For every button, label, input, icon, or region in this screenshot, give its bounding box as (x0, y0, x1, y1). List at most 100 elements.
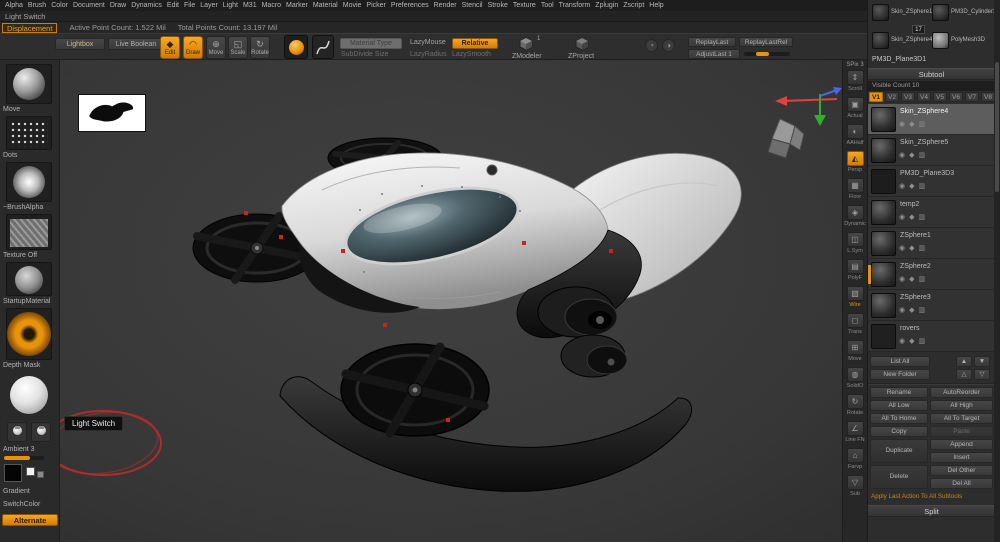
subtool-row[interactable]: Skin_ZSphere4 ◉◆▥ (868, 104, 995, 135)
layers-icon[interactable]: ▥ (919, 121, 930, 128)
shelf-btn-sub[interactable]: ▽Sub (845, 475, 865, 497)
menu-item-picker[interactable]: Picker (366, 2, 385, 9)
subtool-row[interactable]: ZSphere1 ◉◆▥ (868, 228, 995, 259)
panel-scrollbar[interactable] (994, 0, 1000, 542)
shift-down-button[interactable]: ▽ (974, 369, 990, 380)
replay-last-button[interactable]: ReplayLast (688, 37, 736, 47)
menu-item-edit[interactable]: Edit (167, 2, 179, 9)
shelf-btn-lsym[interactable]: ◫L.Sym (845, 232, 865, 254)
shelf-btn-scroll[interactable]: ⇕Scroll (845, 70, 865, 92)
menu-item-marker[interactable]: Marker (286, 2, 308, 9)
shelf-btn-linefn[interactable]: ∠Line FN (845, 421, 865, 443)
layers-icon[interactable]: ▥ (919, 245, 930, 252)
eye-icon[interactable]: ◉ (899, 152, 909, 159)
lazyradius-label[interactable]: LazyRadius (410, 51, 447, 58)
stroke-selector[interactable] (312, 35, 334, 59)
brush-selector[interactable] (284, 35, 308, 59)
menu-item-color[interactable]: Color (51, 2, 68, 9)
ambient-slider[interactable] (4, 456, 44, 460)
menu-item-movie[interactable]: Movie (343, 2, 362, 9)
material-thumbnail[interactable] (6, 262, 52, 296)
depth-mask-thumbnail[interactable] (6, 308, 52, 360)
menu-item-help[interactable]: Help (649, 2, 663, 9)
copy-button[interactable]: Copy (870, 426, 928, 437)
zmodeler-label[interactable]: ZModeler (512, 53, 542, 60)
menu-item-tool[interactable]: Tool (541, 2, 554, 9)
displacement-badge[interactable]: Displacement (2, 23, 57, 33)
del-other-button[interactable]: Del Other (930, 465, 993, 476)
lazysmooth-label[interactable]: LazySmooth (452, 51, 491, 58)
move-down-button[interactable]: ▼ (974, 356, 990, 367)
alpha-thumbnail[interactable] (6, 162, 52, 202)
scrollbar-thumb[interactable] (995, 62, 999, 192)
draw-mode-button[interactable]: ◠ Draw (183, 36, 203, 59)
shelf-btn-trans[interactable]: ◻Trans (845, 313, 865, 335)
menu-item-zplugin[interactable]: Zplugin (595, 2, 618, 9)
subtool-row[interactable]: ZSphere2 ◉◆▥ (868, 259, 995, 290)
delete-button[interactable]: Delete (870, 465, 928, 489)
edit-icon[interactable]: ◆ (909, 338, 918, 345)
menu-item-document[interactable]: Document (73, 2, 105, 9)
edit-icon[interactable]: ◆ (909, 121, 918, 128)
lightbox-button[interactable]: Lightbox (55, 38, 105, 50)
move-up-button[interactable]: ▲ (956, 356, 972, 367)
light-bulb-icon-1[interactable] (7, 422, 27, 442)
subtool-row[interactable]: Skin_ZSphere5 ◉◆▥ (868, 135, 995, 166)
eye-icon[interactable]: ◉ (899, 276, 909, 283)
shelf-btn-aahalf[interactable]: ◐AAHalf (845, 124, 865, 146)
tool-name[interactable]: PM3D_Cylinder3 (951, 9, 996, 15)
adjust-last-button[interactable]: AdjustLast 1 (688, 49, 740, 59)
view-tab-v3[interactable]: V3 (901, 92, 915, 102)
live-boolean-button[interactable]: Live Boolean (108, 38, 164, 50)
menu-item-texture[interactable]: Texture (513, 2, 536, 9)
edit-icon[interactable]: ◆ (909, 307, 918, 314)
tool-thumbnail[interactable] (932, 4, 949, 21)
shelf-btn-solido[interactable]: ◍SolidO (845, 367, 865, 389)
all-to-target-button[interactable]: All To Target (930, 413, 993, 424)
insert-button[interactable]: Insert (930, 452, 993, 463)
subdivide-size-label[interactable]: SubDivide Size (341, 51, 388, 58)
tool-name[interactable]: Skin_ZSphere1 (891, 9, 932, 15)
menu-item-render[interactable]: Render (434, 2, 457, 9)
scale-mode-button[interactable]: ◱ Scale (228, 36, 248, 59)
layers-icon[interactable]: ▥ (919, 183, 930, 190)
subtool-row[interactable]: PM3D_Plane3D3 ◉◆▥ (868, 166, 995, 197)
tool-name[interactable]: Skin_ZSphere4 (891, 37, 932, 43)
view-tab-v7[interactable]: V7 (965, 92, 979, 102)
gizmo-object[interactable] (760, 114, 810, 164)
layers-icon[interactable]: ▥ (919, 152, 930, 159)
all-low-button[interactable]: All Low (870, 400, 928, 411)
pressure-icon[interactable]: ◔ (645, 39, 658, 52)
split-section-header[interactable]: Split (868, 505, 995, 517)
replay-last-rel-button[interactable]: ReplayLastRel (739, 37, 793, 47)
edit-mode-button[interactable]: ◆ Edit (160, 36, 180, 59)
apply-last-action-label[interactable]: Apply Last Action To All Subtools (871, 493, 962, 500)
shelf-btn-farvp[interactable]: ⌂Farvp (845, 448, 865, 470)
tertiary-color-swatch[interactable] (37, 471, 44, 478)
view-tab-v8[interactable]: V8 (981, 92, 995, 102)
layers-icon[interactable]: ▥ (919, 214, 930, 221)
shelf-btn-floor[interactable]: ▦Floor (845, 178, 865, 200)
duplicate-button[interactable]: Duplicate (870, 439, 928, 463)
light-bulb-icon-2[interactable] (31, 422, 51, 442)
eye-icon[interactable]: ◉ (899, 338, 909, 345)
edit-icon[interactable]: ◆ (909, 152, 918, 159)
autoreorder-button[interactable]: AutoReorder (930, 387, 993, 398)
tool-name[interactable]: PolyMesh3D (951, 37, 985, 43)
zproject-label[interactable]: ZProject (568, 53, 594, 60)
eye-icon[interactable]: ◉ (899, 307, 909, 314)
menu-item-material[interactable]: Material (313, 2, 338, 9)
menu-item-preferences[interactable]: Preferences (391, 2, 429, 9)
tool-thumbnail[interactable] (872, 32, 889, 49)
subtool-row[interactable]: ZSphere3 ◉◆▥ (868, 290, 995, 321)
rename-button[interactable]: Rename (870, 387, 928, 398)
subtool-section-header[interactable]: Subtool (868, 68, 995, 80)
view-tab-v1[interactable]: V1 (869, 92, 883, 102)
menu-item-brush[interactable]: Brush (28, 2, 46, 9)
tool-thumbnail[interactable] (932, 32, 949, 49)
texture-thumbnail[interactable] (6, 214, 52, 250)
menu-item-light[interactable]: Light (223, 2, 238, 9)
layers-icon[interactable]: ▥ (919, 338, 930, 345)
edit-icon[interactable]: ◆ (909, 183, 918, 190)
pen-icon[interactable]: ◑ (662, 39, 675, 52)
